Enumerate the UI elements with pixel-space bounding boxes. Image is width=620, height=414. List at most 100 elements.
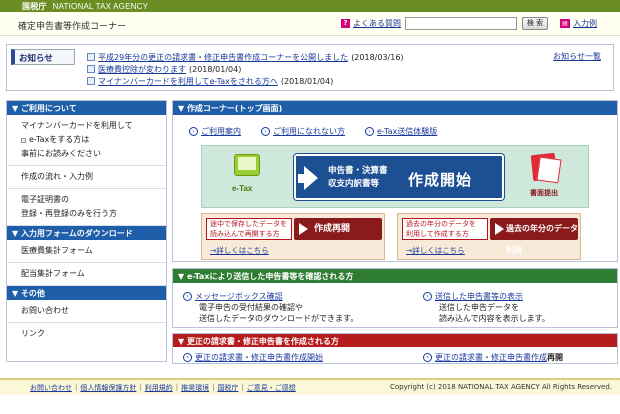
notice-all-link[interactable]: お知らせ一覧	[553, 51, 601, 62]
arrow-circle-icon: ›	[189, 127, 198, 136]
sent-documents-link[interactable]: › 送信した申告書等の表示	[423, 291, 550, 302]
past-data-button[interactable]: 過去の年分のデータ利用	[490, 218, 578, 255]
footer-link-nta[interactable]: 国税庁	[217, 383, 238, 393]
computer-screen	[238, 157, 256, 170]
etax-confirm-panel: ▼ e-Taxにより送信した申告書等を確認される方 › メッセージボックス確認 電…	[172, 268, 618, 328]
sidebar: ▼ ご利用について マイナンバーカードを利用して e-Taxをする方は 事前にお…	[6, 100, 167, 362]
arrow-circle-icon: ›	[183, 353, 192, 362]
footer-link-feedback[interactable]: ご意見・ご感想	[247, 383, 296, 393]
question-icon: ?	[341, 19, 350, 28]
correction-start-link[interactable]: › 更正の請求書・修正申告書作成開始	[183, 352, 323, 363]
paper-submission-label: 書面提出	[530, 189, 558, 197]
past-desc-line: 過去の年分のデータを	[406, 220, 476, 228]
sent-documents-column: › 送信した申告書等の表示 送信した申告データを 読み込んで内容を表示します。	[423, 291, 550, 324]
divider: |	[175, 383, 179, 391]
notice-item: 医療費控除が変わります (2018/01/04)	[87, 63, 404, 75]
footer-link-privacy[interactable]: 個人情報保護方針	[80, 383, 136, 393]
etax-trial-link[interactable]: › e-Tax送信体験版	[365, 126, 437, 137]
book-icon: ▤	[560, 19, 570, 28]
sidebar-item-label: お問い合わせ	[21, 306, 69, 315]
sidebar-item-dividend-form[interactable]: 配当集計フォーム	[7, 263, 166, 286]
white-document	[536, 156, 562, 184]
resume-button-label: 作成再開	[314, 224, 351, 234]
agency-logo[interactable]: 国税庁 NATIONAL TAX AGENCY	[22, 1, 148, 12]
past-desc-line: 利用して作成する方	[406, 230, 469, 238]
creation-corner-heading: ▼ 作成コーナー(トップ画面)	[173, 101, 617, 115]
past-data-detail-link[interactable]: →詳しくはこちら	[406, 245, 465, 256]
notice-link[interactable]: 医療費控除が変わります	[98, 64, 186, 75]
sidebar-item-sublabel-row: e-Taxをする方は	[21, 133, 160, 147]
correction-start-label: 更正の請求書・修正申告書作成開始	[195, 353, 323, 362]
etax-trial-label: e-Tax送信体験版	[377, 127, 438, 136]
creation-corner-links: › ご利用案内 › ご利用になれない方 › e-Tax送信体験版	[189, 126, 437, 137]
sidebar-item-certificate[interactable]: 電子証明書の 登録・再登録のみを行う方	[7, 189, 166, 226]
start-subtitle-line: 収支内訳書等	[328, 179, 380, 189]
sidebar-item-label: マイナンバーカードを利用して	[21, 121, 133, 130]
sidebar-item-flow[interactable]: 作成の流れ・入力例	[7, 166, 166, 189]
unavailable-users-label: ご利用になれない方	[273, 127, 345, 136]
sidebar-item-medical-form[interactable]: 医療費集計フォーム	[7, 240, 166, 263]
correction-resume-label: 更正の請求書・修正申告書作成	[435, 353, 547, 362]
sidebar-item-label: 配当集計フォーム	[21, 269, 85, 278]
resume-panel: 途中で保存したデータを 読み込んで再開する方 作成再開 →詳しくはこちら	[201, 213, 385, 260]
sidebar-item-mynumber[interactable]: マイナンバーカードを利用して e-Taxをする方は 事前にお読みください	[7, 115, 166, 166]
arrow-circle-icon: ›	[423, 292, 432, 301]
notice-link[interactable]: マイナンバーカードを利用してe-Taxをされる方へ	[98, 76, 278, 87]
divider: |	[75, 383, 78, 391]
arrow-circle-icon: ›	[365, 127, 374, 136]
message-box-link[interactable]: › メッセージボックス確認	[183, 291, 358, 302]
start-creation-button[interactable]: 申告書・決算書 収支内訳書等 作成開始	[294, 154, 504, 200]
sidebar-item-links[interactable]: リンク	[7, 323, 166, 345]
etax-computer-icon: e-Tax	[226, 152, 270, 200]
notice-list: 平成29年分の更正の請求書・修正申告書作成コーナーを公開しました (2018/0…	[87, 51, 404, 87]
correction-resume-link[interactable]: › 更正の請求書・修正申告書作成 再開	[423, 352, 563, 363]
resume-description: 途中で保存したデータを 読み込んで再開する方	[206, 218, 292, 240]
arrow-circle-icon: ›	[183, 292, 192, 301]
sidebar-heading-download: ▼ 入力用フォームのダウンロード	[7, 226, 166, 240]
start-button-subtitle: 申告書・決算書 収支内訳書等	[328, 165, 388, 191]
correction-resume-bold: 再開	[547, 353, 563, 362]
footer-link-terms[interactable]: 利用規約	[145, 383, 173, 393]
etax-confirm-heading: ▼ e-Taxにより送信した申告書等を確認される方	[173, 269, 617, 283]
notice-link[interactable]: 平成29年分の更正の請求書・修正申告書作成コーナーを公開しました	[98, 52, 348, 63]
search-input[interactable]	[405, 17, 517, 30]
arrow-right-icon	[299, 223, 308, 235]
footer: お問い合わせ | 個人情報保護方針 | 利用規約 | 推奨環境 | 国税庁 | ご意見・ご…	[0, 378, 620, 395]
notice-date: (2018/01/04)	[189, 64, 242, 74]
message-box-column: › メッセージボックス確認 電子申告の受付結果の確認や 送信したデータのダウンロー…	[183, 291, 358, 324]
footer-link-environment[interactable]: 推奨環境	[181, 383, 209, 393]
message-box-desc: 送信したデータのダウンロードができます。	[199, 314, 359, 323]
agency-name-en: NATIONAL TAX AGENCY	[52, 2, 149, 11]
usage-guide-link[interactable]: › ご利用案内	[189, 126, 241, 137]
etax-label: e-Tax	[232, 184, 253, 193]
resume-desc-line: 読み込んで再開する方	[210, 230, 280, 238]
notice-date: (2018/03/16)	[351, 52, 404, 62]
paper-submission-icon: 書面提出	[520, 152, 576, 200]
unavailable-users-link[interactable]: › ご利用になれない方	[261, 126, 345, 137]
input-example-link[interactable]: ▤ 入力例	[560, 18, 597, 29]
notice-title: お知らせ	[11, 49, 75, 65]
arrow-right-icon	[495, 223, 504, 235]
start-panel: e-Tax 申告書・決算書 収支内訳書等 作成開始 書面提出	[201, 145, 589, 208]
sidebar-item-label: 電子証明書の	[21, 195, 69, 204]
correction-heading: ▼ 更正の請求書・修正申告書を作成される方	[173, 334, 617, 347]
page-icon	[87, 65, 95, 73]
resume-button[interactable]: 作成再開	[294, 218, 382, 240]
correction-panel: ▼ 更正の請求書・修正申告書を作成される方 › 更正の請求書・修正申告書作成開始…	[172, 333, 618, 364]
arrow-circle-icon: ›	[423, 353, 432, 362]
divider: |	[139, 383, 142, 391]
faq-label: よくある質問	[353, 19, 401, 28]
bullet-icon	[21, 137, 26, 143]
resume-detail-link[interactable]: →詳しくはこちら	[210, 245, 269, 256]
footer-link-contact[interactable]: お問い合わせ	[30, 383, 72, 393]
sent-documents-desc: 読み込んで内容を表示します。	[439, 314, 550, 323]
usage-guide-label: ご利用案内	[201, 127, 241, 136]
sidebar-item-contact[interactable]: お問い合わせ	[7, 300, 166, 323]
message-box-desc: 電子申告の受付結果の確認や	[199, 303, 303, 312]
top-banner: 国税庁 NATIONAL TAX AGENCY	[0, 0, 620, 12]
notice-date: (2018/01/04)	[280, 76, 334, 86]
copyright: Copyright (c) 2018 NATIONAL TAX AGENCY A…	[389, 383, 612, 391]
arrow-right-icon	[304, 166, 318, 190]
search-button[interactable]: 検 索	[522, 17, 548, 30]
faq-link[interactable]: ? よくある質問	[341, 18, 401, 29]
